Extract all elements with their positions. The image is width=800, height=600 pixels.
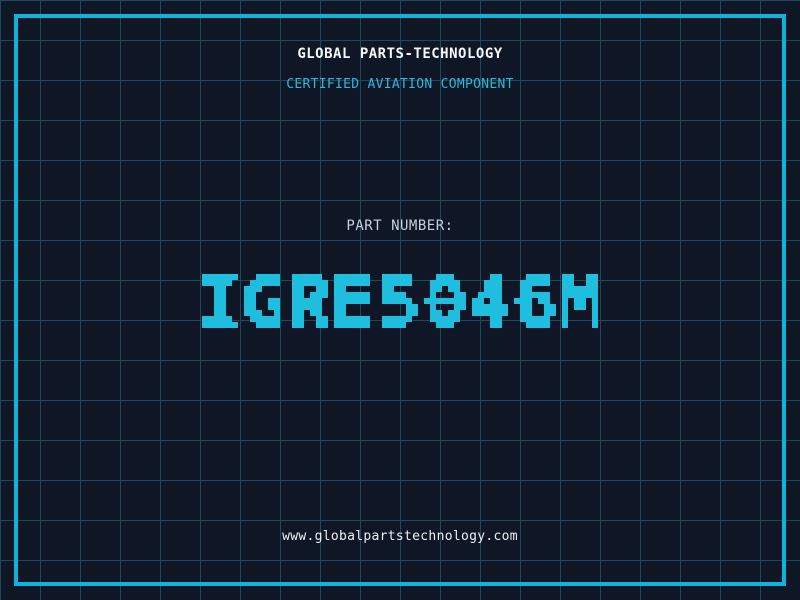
certification-tagline: CERTIFIED AVIATION COMPONENT [286,77,514,92]
part-label-card: GLOBAL PARTS-TECHNOLOGY CERTIFIED AVIATI… [0,0,800,600]
part-number-display [190,244,610,352]
part-number-label: PART NUMBER: [346,218,454,234]
website-url: www.globalpartstechnology.com [282,529,518,544]
company-name: GLOBAL PARTS-TECHNOLOGY [297,46,503,62]
